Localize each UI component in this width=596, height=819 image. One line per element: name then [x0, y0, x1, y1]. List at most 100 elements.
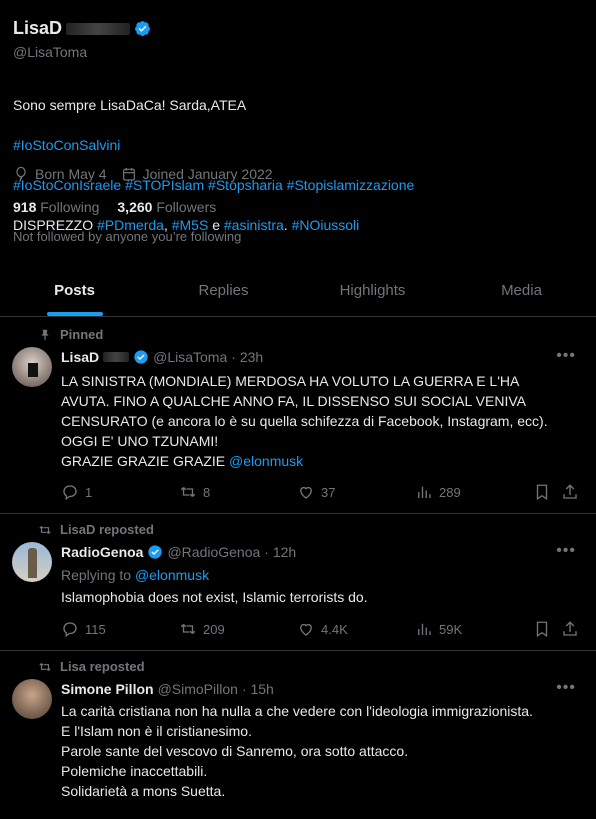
views-chart-icon	[418, 486, 431, 498]
views-button[interactable]: 59K	[415, 620, 533, 638]
joined-text: Joined January 2022	[142, 166, 273, 182]
like-button[interactable]: 4.4K	[297, 620, 415, 638]
share-button[interactable]	[561, 483, 579, 501]
reply-icon	[63, 485, 77, 501]
repost-icon	[180, 624, 196, 634]
tweet-pinned[interactable]: Pinned LisaD @LisaToma · 23h ••• LA SINI…	[0, 317, 596, 514]
following-link[interactable]: 918 Following	[13, 199, 99, 215]
reply-button[interactable]: 115	[61, 620, 179, 638]
following-count: 918	[13, 199, 37, 215]
reply-icon	[63, 622, 77, 638]
bookmark-button[interactable]	[533, 620, 561, 638]
avatar[interactable]	[12, 679, 52, 719]
redaction-block	[66, 22, 131, 35]
author-name[interactable]: LisaD	[61, 349, 99, 365]
more-options-icon[interactable]: •••	[556, 347, 576, 365]
heart-icon	[300, 486, 312, 499]
repost-icon	[180, 487, 196, 497]
bio-hashtag-link[interactable]: #IoStoConSalvini	[13, 135, 583, 155]
views-button[interactable]: 289	[415, 483, 533, 501]
pinned-context: Pinned	[38, 327, 103, 342]
follow-stats: 918 Following 3,260 Followers	[13, 199, 216, 215]
tab-replies[interactable]: Replies	[149, 265, 298, 316]
repost-label: Lisa reposted	[60, 659, 145, 674]
share-button[interactable]	[561, 620, 579, 638]
more-options-icon[interactable]: •••	[556, 542, 576, 560]
author-handle[interactable]: @RadioGenoa	[167, 544, 260, 560]
repost-button[interactable]: 8	[179, 483, 297, 501]
tweet-text: La carità cristiana non ha nulla a che v…	[61, 703, 533, 799]
joined-item: Joined January 2022	[121, 166, 273, 182]
like-button[interactable]: 37	[297, 483, 415, 501]
mention-link[interactable]: @elonmusk	[135, 567, 209, 583]
author-name[interactable]: Simone Pillon	[61, 681, 154, 697]
bookmark-button[interactable]	[533, 483, 561, 501]
hashtag-noiussoli[interactable]: #NOiussoli	[292, 217, 360, 233]
heart-icon	[300, 623, 312, 636]
share-icon	[563, 621, 577, 636]
reply-button[interactable]: 1	[61, 483, 179, 501]
tweet-time[interactable]: · 12h	[264, 544, 296, 560]
avatar[interactable]	[12, 347, 52, 387]
bookmark-icon	[536, 621, 548, 638]
repost-button[interactable]: 209	[179, 620, 297, 638]
bio-line: Sono sempre LisaDaCa! Sarda,ATEA	[13, 97, 247, 113]
tweet-text: Islamophobia does not exist, Islamic ter…	[61, 589, 368, 605]
like-count: 4.4K	[321, 621, 348, 637]
views-chart-icon	[418, 623, 431, 635]
tweet-actions: 115 209 4.4K 59K	[61, 620, 581, 638]
profile-bio: Sono sempre LisaDaCa! Sarda,ATEA #IoStoC…	[13, 75, 583, 255]
verified-badge-icon	[148, 545, 163, 559]
tweet-text: LA SINISTRA (MONDIALE) MERDOSA HA VOLUTO…	[61, 371, 561, 471]
profile-display-name: LisaD	[13, 18, 63, 38]
tweet-header: Simone Pillon @SimoPillon · 15h	[61, 681, 274, 697]
repost-context: Lisa reposted	[38, 659, 145, 674]
tab-highlights[interactable]: Highlights	[298, 265, 447, 316]
following-label: Following	[40, 199, 100, 215]
followers-link[interactable]: 3,260 Followers	[117, 199, 216, 215]
share-icon	[563, 484, 577, 499]
author-name[interactable]: RadioGenoa	[61, 544, 143, 560]
author-handle[interactable]: @SimoPillon	[158, 681, 238, 697]
profile-name: LisaD	[13, 18, 151, 39]
tweet-header: LisaD @LisaToma · 23h	[61, 349, 263, 365]
tower-shape	[28, 548, 37, 578]
tweet-actions: 1 8 37 289	[61, 483, 581, 501]
reply-count: 1	[85, 484, 93, 500]
pin-icon	[41, 329, 49, 340]
like-count: 37	[321, 484, 336, 500]
author-handle[interactable]: @LisaToma	[153, 349, 227, 365]
tweet-repost-radiogenoa[interactable]: LisaD reposted RadioGenoa @RadioGenoa · …	[0, 514, 596, 651]
verified-badge-icon	[135, 21, 150, 37]
verified-badge-icon	[134, 350, 148, 364]
pinned-label: Pinned	[60, 327, 104, 342]
repost-icon	[39, 662, 51, 671]
avatar[interactable]	[12, 542, 52, 582]
repost-context: LisaD reposted	[38, 522, 154, 537]
tab-media[interactable]: Media	[447, 265, 596, 316]
replying-label: Replying to	[61, 567, 132, 583]
repost-label: LisaD reposted	[60, 522, 154, 537]
profile-tabs: Posts Replies Highlights Media	[0, 265, 596, 317]
profile-meta: Born May 4 Joined January 2022	[13, 166, 273, 182]
reply-count: 115	[85, 621, 106, 637]
repost-count: 209	[203, 621, 225, 637]
more-options-icon[interactable]: •••	[556, 679, 576, 697]
repost-icon	[39, 525, 51, 534]
not-followed-note: Not followed by anyone you’re following	[13, 229, 242, 244]
balloon-icon	[16, 166, 26, 182]
mention-link[interactable]: @elonmusk	[229, 453, 303, 469]
views-count: 289	[439, 484, 461, 500]
tweet-time[interactable]: · 23h	[231, 349, 263, 365]
profile-handle: @LisaToma	[13, 44, 88, 60]
views-count: 59K	[439, 621, 463, 637]
tweet-repost-pillon[interactable]: Lisa reposted Simone Pillon @SimoPillon …	[0, 651, 596, 819]
birthday-text: Born May 4	[35, 166, 107, 182]
calendar-icon	[122, 168, 135, 181]
bookmark-icon	[536, 484, 548, 501]
tab-posts[interactable]: Posts	[0, 265, 149, 316]
tweet-body: LA SINISTRA (MONDIALE) MERDOSA HA VOLUTO…	[61, 373, 548, 469]
tweet-header: RadioGenoa @RadioGenoa · 12h	[61, 544, 296, 560]
avatar-redaction	[28, 363, 38, 377]
tweet-time[interactable]: · 15h	[242, 681, 274, 697]
